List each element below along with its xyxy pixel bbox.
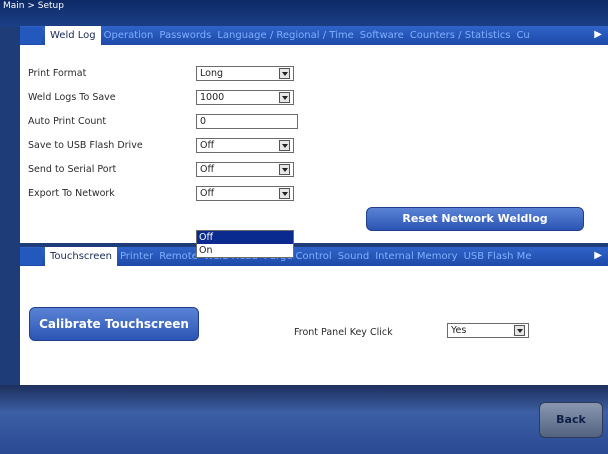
tab-software[interactable]: Software bbox=[357, 27, 407, 44]
tab-remote[interactable]: Remote bbox=[156, 248, 201, 265]
print-format-label: Print Format bbox=[28, 68, 87, 79]
export-network-select[interactable]: Off bbox=[196, 186, 294, 201]
save-usb-select[interactable]: Off bbox=[196, 138, 294, 153]
tab-sound[interactable]: Sound bbox=[335, 248, 373, 265]
tab-language-regional-time[interactable]: Language / Regional / Time bbox=[214, 27, 356, 44]
breadcrumb: Main > Setup bbox=[3, 1, 64, 11]
export-network-label: Export To Network bbox=[28, 188, 115, 199]
chevron-down-icon[interactable] bbox=[279, 92, 290, 103]
touchscreen-panel: Calibrate Touchscreen Front Panel Key Cl… bbox=[20, 266, 608, 385]
send-serial-label: Send to Serial Port bbox=[28, 164, 117, 175]
back-button[interactable]: Back bbox=[539, 402, 603, 438]
top-tab-bar: Weld Log Operation Passwords Language / … bbox=[20, 26, 608, 45]
header-bar: Main > Setup bbox=[0, 0, 608, 27]
scroll-right-arrow-icon[interactable]: ▶ bbox=[594, 29, 602, 40]
tab-internal-memory[interactable]: Internal Memory bbox=[372, 248, 460, 265]
chevron-down-icon[interactable] bbox=[279, 164, 290, 175]
front-panel-key-click-select[interactable]: Yes bbox=[447, 323, 529, 338]
tab-passwords[interactable]: Passwords bbox=[156, 27, 214, 44]
bottom-tab-bar: Touchscreen Printer Remote Weld Head Pur… bbox=[20, 247, 608, 266]
chevron-down-icon[interactable] bbox=[279, 188, 290, 199]
chevron-down-icon[interactable] bbox=[279, 140, 290, 151]
scroll-right-arrow-icon[interactable]: ▶ bbox=[594, 250, 602, 261]
tab-operation[interactable]: Operation bbox=[101, 27, 157, 44]
send-serial-select[interactable]: Off bbox=[196, 162, 294, 177]
save-usb-value: Off bbox=[200, 140, 215, 151]
auto-print-count-label: Auto Print Count bbox=[28, 116, 107, 127]
dropdown-option-off[interactable]: Off bbox=[197, 231, 293, 244]
reset-network-weldlog-button[interactable]: Reset Network Weldlog bbox=[366, 207, 584, 231]
setup-screen: Main > Setup Weld Log Operation Password… bbox=[0, 0, 608, 454]
auto-print-count-field[interactable]: 0 bbox=[196, 114, 298, 129]
footer-band bbox=[0, 385, 608, 454]
tab-printer[interactable]: Printer bbox=[117, 248, 156, 265]
front-panel-key-click-label: Front Panel Key Click bbox=[294, 327, 393, 338]
tab-bar-lead bbox=[20, 27, 42, 44]
calibrate-touchscreen-button[interactable]: Calibrate Touchscreen bbox=[29, 307, 199, 341]
front-panel-key-click-value: Yes bbox=[451, 325, 467, 336]
dropdown-option-on[interactable]: On bbox=[197, 244, 293, 257]
print-format-select[interactable]: Long bbox=[196, 66, 294, 81]
weld-logs-to-save-value: 1000 bbox=[200, 92, 225, 103]
tab-weld-log[interactable]: Weld Log bbox=[45, 26, 101, 45]
save-usb-label: Save to USB Flash Drive bbox=[28, 140, 143, 151]
weld-logs-to-save-select[interactable]: 1000 bbox=[196, 90, 294, 105]
export-network-dropdown-list[interactable]: Off On bbox=[196, 230, 294, 258]
tab-bar-lead bbox=[20, 248, 42, 265]
chevron-down-icon[interactable] bbox=[279, 68, 290, 79]
export-network-value: Off bbox=[200, 188, 215, 199]
weld-log-panel: Print Format Long Weld Logs To Save 1000… bbox=[20, 45, 608, 243]
tab-counters-statistics[interactable]: Counters / Statistics bbox=[407, 27, 514, 44]
print-format-value: Long bbox=[200, 68, 223, 79]
send-serial-value: Off bbox=[200, 164, 215, 175]
tab-usb-flash-memory[interactable]: USB Flash Me bbox=[461, 248, 535, 265]
tab-cu[interactable]: Cu bbox=[513, 27, 532, 44]
chevron-down-icon[interactable] bbox=[514, 325, 525, 336]
tab-touchscreen[interactable]: Touchscreen bbox=[45, 247, 117, 266]
weld-logs-to-save-label: Weld Logs To Save bbox=[28, 92, 116, 103]
